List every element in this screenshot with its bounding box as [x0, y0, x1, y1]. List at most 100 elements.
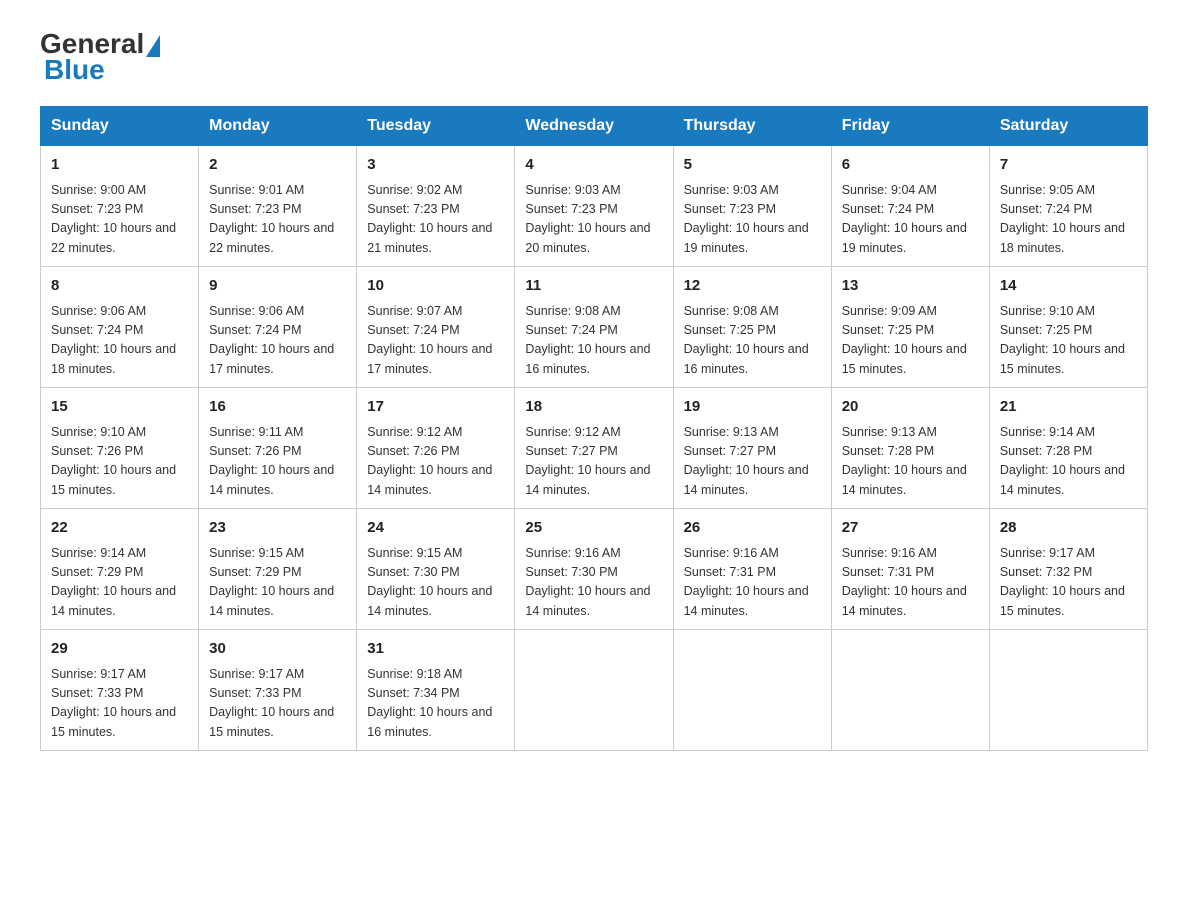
calendar-cell: 22Sunrise: 9:14 AMSunset: 7:29 PMDayligh… — [41, 509, 199, 630]
day-info: Sunrise: 9:12 AMSunset: 7:26 PMDaylight:… — [367, 423, 504, 501]
day-info: Sunrise: 9:06 AMSunset: 7:24 PMDaylight:… — [209, 302, 346, 380]
header-monday: Monday — [199, 107, 357, 146]
day-number: 8 — [51, 275, 188, 298]
calendar-cell: 20Sunrise: 9:13 AMSunset: 7:28 PMDayligh… — [831, 388, 989, 509]
calendar-cell: 24Sunrise: 9:15 AMSunset: 7:30 PMDayligh… — [357, 509, 515, 630]
calendar-week-row: 29 Sunrise: 9:17 AMSunset: 7:33 PMDayligh… — [41, 630, 1148, 751]
day-number: 13 — [842, 275, 979, 298]
day-info: Sunrise: 9:17 AMSunset: 7:32 PMDaylight:… — [1000, 544, 1137, 622]
calendar-week-row: 15 Sunrise: 9:10 AMSunset: 7:26 PMDayligh… — [41, 388, 1148, 509]
day-number: 27 — [842, 517, 979, 540]
calendar-cell: 27 Sunrise: 9:16 AMSunset: 7:31 PMDayligh… — [831, 509, 989, 630]
day-number: 15 — [51, 396, 188, 419]
day-info: Sunrise: 9:10 AMSunset: 7:26 PMDaylight:… — [51, 423, 188, 501]
day-info: Sunrise: 9:16 AMSunset: 7:31 PMDaylight:… — [684, 544, 821, 622]
day-info: Sunrise: 9:00 AMSunset: 7:23 PMDaylight:… — [51, 181, 188, 259]
day-info: Sunrise: 9:13 AMSunset: 7:28 PMDaylight:… — [842, 423, 979, 501]
header-friday: Friday — [831, 107, 989, 146]
logo-triangle-icon — [146, 35, 160, 57]
day-number: 21 — [1000, 396, 1137, 419]
day-number: 24 — [367, 517, 504, 540]
day-number: 26 — [684, 517, 821, 540]
calendar-cell — [831, 630, 989, 751]
day-number: 12 — [684, 275, 821, 298]
calendar-cell: 7 Sunrise: 9:05 AMSunset: 7:24 PMDaylight… — [989, 146, 1147, 267]
calendar-cell: 14 Sunrise: 9:10 AMSunset: 7:25 PMDayligh… — [989, 267, 1147, 388]
calendar-cell: 4Sunrise: 9:03 AMSunset: 7:23 PMDaylight… — [515, 146, 673, 267]
day-number: 19 — [684, 396, 821, 419]
day-info: Sunrise: 9:01 AMSunset: 7:23 PMDaylight:… — [209, 181, 346, 259]
calendar-cell: 29 Sunrise: 9:17 AMSunset: 7:33 PMDayligh… — [41, 630, 199, 751]
calendar-cell: 19 Sunrise: 9:13 AMSunset: 7:27 PMDayligh… — [673, 388, 831, 509]
day-info: Sunrise: 9:13 AMSunset: 7:27 PMDaylight:… — [684, 423, 821, 501]
day-info: Sunrise: 9:17 AMSunset: 7:33 PMDaylight:… — [51, 665, 188, 743]
day-info: Sunrise: 9:08 AMSunset: 7:25 PMDaylight:… — [684, 302, 821, 380]
calendar-cell: 18 Sunrise: 9:12 AMSunset: 7:27 PMDayligh… — [515, 388, 673, 509]
day-number: 11 — [525, 275, 662, 298]
calendar-header-row: SundayMondayTuesdayWednesdayThursdayFrid… — [41, 107, 1148, 146]
day-info: Sunrise: 9:14 AMSunset: 7:28 PMDaylight:… — [1000, 423, 1137, 501]
day-info: Sunrise: 9:05 AMSunset: 7:24 PMDaylight:… — [1000, 181, 1137, 259]
day-number: 28 — [1000, 517, 1137, 540]
day-number: 23 — [209, 517, 346, 540]
calendar-cell: 1 Sunrise: 9:00 AMSunset: 7:23 PMDaylight… — [41, 146, 199, 267]
header-wednesday: Wednesday — [515, 107, 673, 146]
day-number: 2 — [209, 154, 346, 177]
calendar-cell: 30 Sunrise: 9:17 AMSunset: 7:33 PMDayligh… — [199, 630, 357, 751]
day-info: Sunrise: 9:14 AMSunset: 7:29 PMDaylight:… — [51, 544, 188, 622]
calendar-cell — [515, 630, 673, 751]
calendar-cell: 16 Sunrise: 9:11 AMSunset: 7:26 PMDayligh… — [199, 388, 357, 509]
header-saturday: Saturday — [989, 107, 1147, 146]
calendar-week-row: 22Sunrise: 9:14 AMSunset: 7:29 PMDayligh… — [41, 509, 1148, 630]
header-tuesday: Tuesday — [357, 107, 515, 146]
day-info: Sunrise: 9:10 AMSunset: 7:25 PMDaylight:… — [1000, 302, 1137, 380]
calendar-cell: 15 Sunrise: 9:10 AMSunset: 7:26 PMDayligh… — [41, 388, 199, 509]
day-number: 16 — [209, 396, 346, 419]
calendar-cell: 31Sunrise: 9:18 AMSunset: 7:34 PMDayligh… — [357, 630, 515, 751]
day-info: Sunrise: 9:07 AMSunset: 7:24 PMDaylight:… — [367, 302, 504, 380]
calendar-cell: 9Sunrise: 9:06 AMSunset: 7:24 PMDaylight… — [199, 267, 357, 388]
calendar-cell: 5Sunrise: 9:03 AMSunset: 7:23 PMDaylight… — [673, 146, 831, 267]
calendar-cell: 25 Sunrise: 9:16 AMSunset: 7:30 PMDayligh… — [515, 509, 673, 630]
calendar-cell: 8Sunrise: 9:06 AMSunset: 7:24 PMDaylight… — [41, 267, 199, 388]
day-number: 6 — [842, 154, 979, 177]
header: General Blue — [40, 30, 1148, 86]
header-sunday: Sunday — [41, 107, 199, 146]
calendar-cell: 11 Sunrise: 9:08 AMSunset: 7:24 PMDayligh… — [515, 267, 673, 388]
header-thursday: Thursday — [673, 107, 831, 146]
day-info: Sunrise: 9:08 AMSunset: 7:24 PMDaylight:… — [525, 302, 662, 380]
day-info: Sunrise: 9:17 AMSunset: 7:33 PMDaylight:… — [209, 665, 346, 743]
calendar-cell — [989, 630, 1147, 751]
calendar-cell: 10Sunrise: 9:07 AMSunset: 7:24 PMDayligh… — [357, 267, 515, 388]
calendar-cell: 6 Sunrise: 9:04 AMSunset: 7:24 PMDaylight… — [831, 146, 989, 267]
day-number: 18 — [525, 396, 662, 419]
day-number: 31 — [367, 638, 504, 661]
day-info: Sunrise: 9:11 AMSunset: 7:26 PMDaylight:… — [209, 423, 346, 501]
day-number: 17 — [367, 396, 504, 419]
logo-area: General Blue — [40, 30, 162, 86]
day-info: Sunrise: 9:15 AMSunset: 7:29 PMDaylight:… — [209, 544, 346, 622]
day-info: Sunrise: 9:16 AMSunset: 7:31 PMDaylight:… — [842, 544, 979, 622]
day-number: 1 — [51, 154, 188, 177]
logo-blue-text: Blue — [44, 54, 105, 85]
calendar-cell — [673, 630, 831, 751]
day-number: 25 — [525, 517, 662, 540]
calendar-cell: 28 Sunrise: 9:17 AMSunset: 7:32 PMDayligh… — [989, 509, 1147, 630]
day-number: 3 — [367, 154, 504, 177]
day-number: 7 — [1000, 154, 1137, 177]
calendar-cell: 23 Sunrise: 9:15 AMSunset: 7:29 PMDayligh… — [199, 509, 357, 630]
calendar-table: SundayMondayTuesdayWednesdayThursdayFrid… — [40, 106, 1148, 751]
calendar-cell: 21 Sunrise: 9:14 AMSunset: 7:28 PMDayligh… — [989, 388, 1147, 509]
day-info: Sunrise: 9:16 AMSunset: 7:30 PMDaylight:… — [525, 544, 662, 622]
calendar-cell: 2 Sunrise: 9:01 AMSunset: 7:23 PMDaylight… — [199, 146, 357, 267]
day-number: 29 — [51, 638, 188, 661]
calendar-cell: 17 Sunrise: 9:12 AMSunset: 7:26 PMDayligh… — [357, 388, 515, 509]
day-info: Sunrise: 9:09 AMSunset: 7:25 PMDaylight:… — [842, 302, 979, 380]
day-info: Sunrise: 9:04 AMSunset: 7:24 PMDaylight:… — [842, 181, 979, 259]
calendar-week-row: 8 Sunrise: 9:06 AMSunset: 7:24 PMDaylight… — [41, 267, 1148, 388]
day-info: Sunrise: 9:12 AMSunset: 7:27 PMDaylight:… — [525, 423, 662, 501]
day-number: 14 — [1000, 275, 1137, 298]
day-number: 5 — [684, 154, 821, 177]
calendar-cell: 3Sunrise: 9:02 AMSunset: 7:23 PMDaylight… — [357, 146, 515, 267]
day-number: 30 — [209, 638, 346, 661]
